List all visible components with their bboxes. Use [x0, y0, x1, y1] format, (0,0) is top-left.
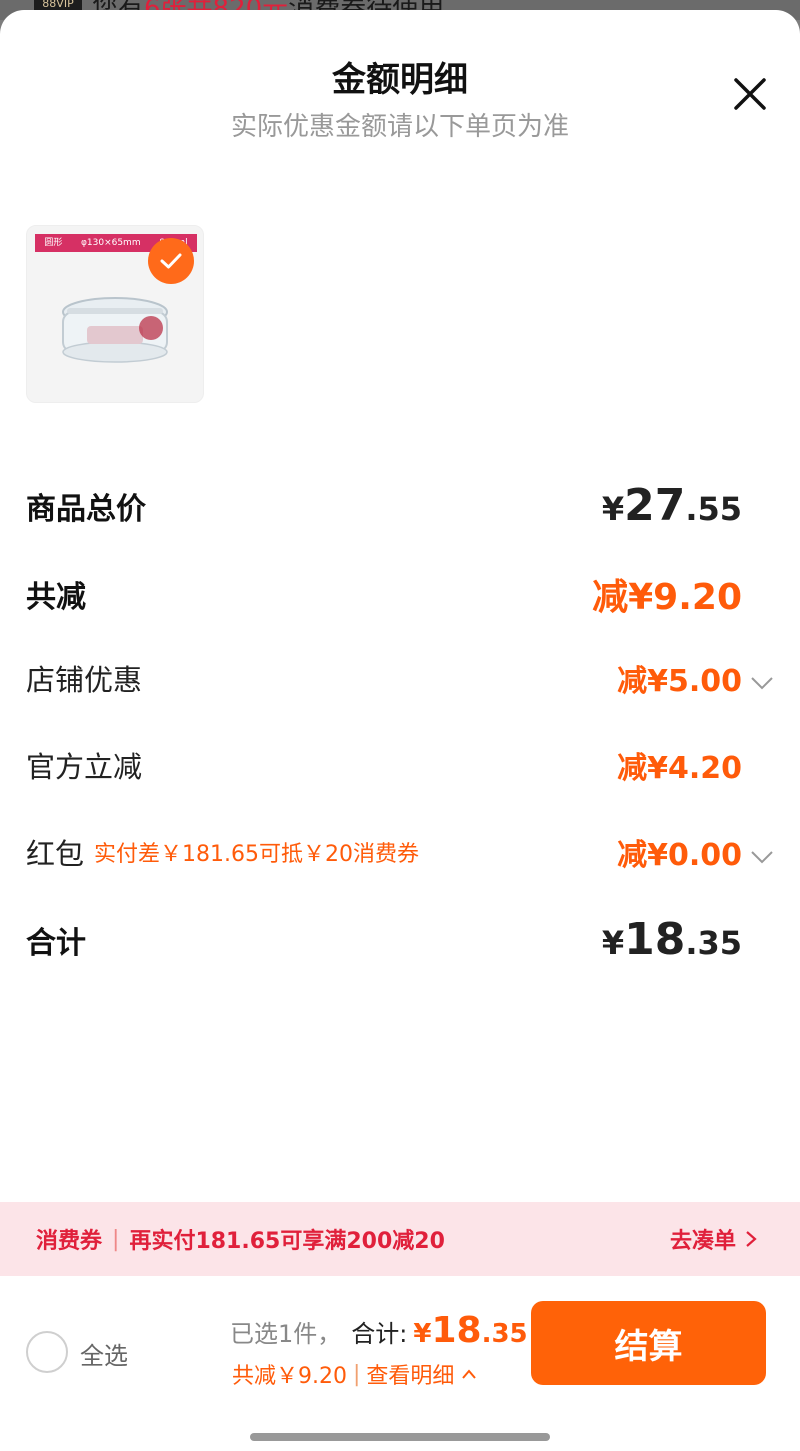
- shop-discount-value: 减¥5.00: [617, 664, 742, 699]
- chevron-down-icon[interactable]: [750, 675, 776, 695]
- voucher-banner[interactable]: 消费券 | 再实付181.65可享满200减20 去凑单: [0, 1202, 800, 1276]
- total-discount-value: 减¥9.20: [592, 577, 742, 618]
- view-detail-link[interactable]: 查看明细: [366, 1358, 454, 1390]
- row-red-packet[interactable]: 红包 实付差￥181.65可抵￥20消费券 减¥0.00: [26, 830, 776, 874]
- row-total-price: 商品总价 ¥27.55: [26, 480, 776, 531]
- close-icon[interactable]: [730, 74, 770, 114]
- amount-detail-sheet: 金额明细 实际优惠金额请以下单页为准 圆形 φ130×65mm 800ml 商品…: [0, 10, 800, 1451]
- home-indicator[interactable]: [250, 1433, 550, 1441]
- add-items-link[interactable]: 去凑单: [670, 1223, 760, 1255]
- row-total-discount: 共减 减¥9.20: [26, 568, 776, 620]
- total-price-value: ¥27.55: [601, 480, 742, 531]
- official-discount-label: 官方立减: [26, 750, 143, 784]
- total-price-label: 商品总价: [26, 491, 146, 527]
- red-packet-value: 减¥0.00: [617, 838, 742, 873]
- shop-discount-label: 店铺优惠: [26, 663, 143, 697]
- chevron-up-icon[interactable]: [460, 1367, 478, 1381]
- red-packet-label: 红包: [26, 837, 85, 871]
- selection-summary: 已选1件， 合计: ¥18.35: [230, 1310, 528, 1351]
- sum-value: ¥18.35: [601, 914, 742, 965]
- red-packet-note: 实付差￥181.65可抵￥20消费券: [94, 842, 419, 867]
- select-all-label[interactable]: 全选: [80, 1336, 128, 1371]
- sheet-subtitle: 实际优惠金额请以下单页为准: [230, 112, 569, 142]
- voucher-tag: 消费券: [36, 1229, 103, 1254]
- sheet-title: 金额明细: [332, 60, 468, 100]
- checkout-button[interactable]: 结算: [531, 1301, 766, 1385]
- chevron-down-icon[interactable]: [750, 849, 776, 869]
- row-shop-discount[interactable]: 店铺优惠 减¥5.00: [26, 656, 776, 700]
- selected-check-icon[interactable]: [148, 238, 194, 284]
- chevron-right-icon: [746, 1231, 757, 1247]
- total-discount-label: 共减: [26, 580, 86, 615]
- voucher-text: 再实付181.65可享满200减20: [129, 1229, 445, 1254]
- sum-label: 合计: [26, 925, 86, 961]
- official-discount-value: 减¥4.20: [617, 751, 742, 786]
- select-all-radio[interactable]: [26, 1331, 68, 1373]
- discount-summary: 共减￥9.20 | 查看明细: [232, 1358, 478, 1390]
- row-official-discount: 官方立减 减¥4.20: [26, 743, 776, 787]
- row-sum: 合计 ¥18.35: [26, 914, 776, 965]
- checkout-bar: 全选 已选1件， 合计: ¥18.35 共减￥9.20 | 查看明细 结算: [0, 1276, 800, 1451]
